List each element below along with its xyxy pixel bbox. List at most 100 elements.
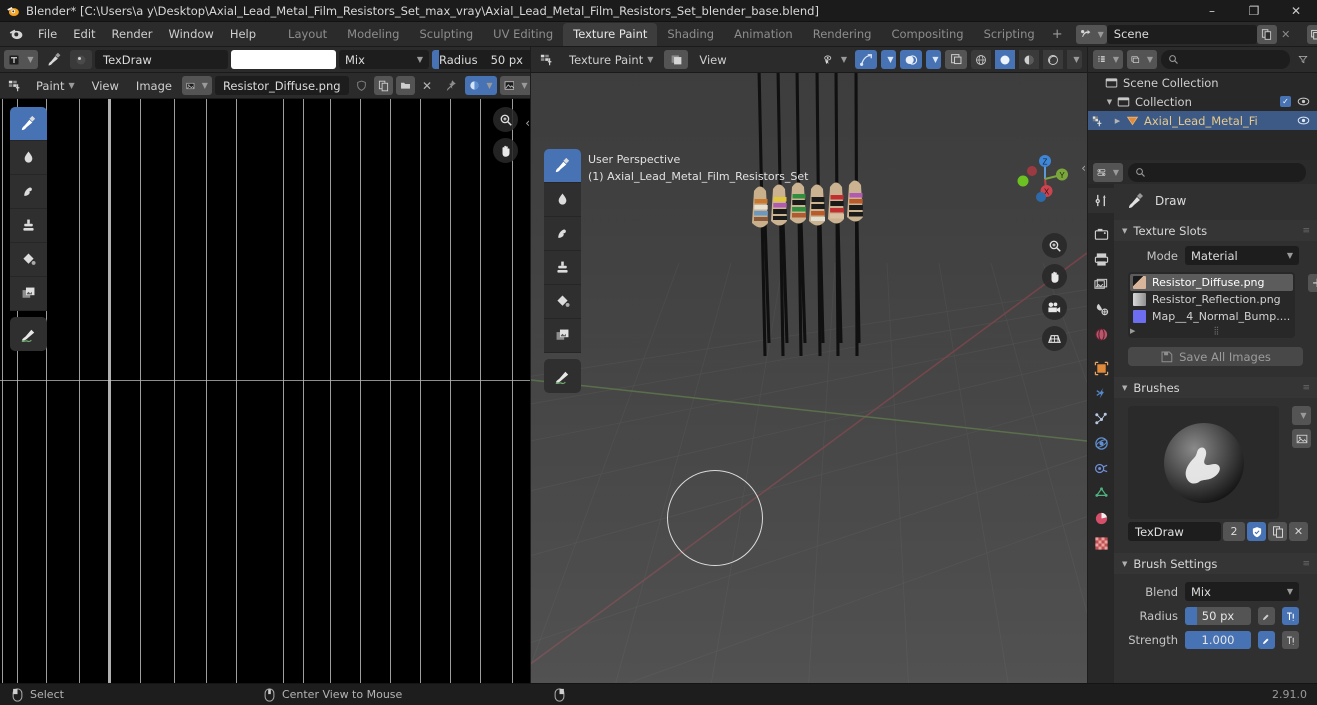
tab-shading[interactable]: Shading bbox=[657, 23, 724, 46]
eye-icon[interactable] bbox=[1297, 96, 1310, 107]
visibility-selectability-button[interactable]: ▼ bbox=[819, 50, 851, 69]
viewport-axis-gizmo[interactable]: Z Y X bbox=[1017, 151, 1073, 207]
image-browse-button[interactable]: ▼ bbox=[181, 76, 212, 95]
tab-output[interactable] bbox=[1088, 247, 1114, 272]
tool-mask[interactable] bbox=[10, 277, 47, 311]
tool-annotate[interactable] bbox=[10, 317, 47, 351]
tab-particles[interactable] bbox=[1088, 406, 1114, 431]
new-image-button[interactable] bbox=[373, 76, 393, 95]
tab-render[interactable] bbox=[1088, 222, 1114, 247]
shading-wireframe-button[interactable] bbox=[971, 50, 991, 69]
view-layer-browse-button[interactable]: ▼ bbox=[1306, 24, 1317, 44]
xray-toggle-button[interactable] bbox=[945, 50, 967, 69]
vp-tool-soften[interactable] bbox=[544, 183, 581, 217]
tool-smear[interactable] bbox=[10, 175, 47, 209]
vp-tool-smear[interactable] bbox=[544, 217, 581, 251]
outliner-search-input[interactable] bbox=[1161, 50, 1290, 69]
list-resize-grip[interactable]: ▶ ⣿ bbox=[1130, 325, 1293, 336]
zoom-icon[interactable] bbox=[1042, 233, 1067, 258]
tab-world[interactable] bbox=[1088, 322, 1114, 347]
shading-solid-button[interactable] bbox=[995, 50, 1015, 69]
new-scene-button[interactable] bbox=[1256, 24, 1277, 44]
viewport-mode-selector[interactable]: Texture Paint ▼ bbox=[562, 50, 660, 69]
tab-sculpting[interactable]: Sculpting bbox=[409, 23, 483, 46]
image-editor-type-button[interactable] bbox=[4, 76, 26, 95]
vp-tool-clone[interactable] bbox=[544, 251, 581, 285]
image-canvas[interactable]: ‹ bbox=[0, 99, 530, 683]
maximize-button[interactable]: ❐ bbox=[1233, 0, 1275, 22]
brush-duplicate-button[interactable] bbox=[1268, 522, 1287, 541]
shading-material-preview-button[interactable] bbox=[1019, 50, 1039, 69]
menu-file[interactable]: File bbox=[30, 23, 65, 45]
vp-tool-annotate[interactable] bbox=[544, 359, 581, 393]
viewport-editor-type-button[interactable] bbox=[536, 50, 558, 69]
menu-window[interactable]: Window bbox=[160, 23, 221, 45]
panel-brush-settings-header[interactable]: ▼ Brush Settings ≡ bbox=[1114, 553, 1317, 574]
collection-checkbox[interactable]: ✓ bbox=[1280, 96, 1291, 107]
outliner-display-mode-button[interactable]: ▼ bbox=[1127, 50, 1157, 69]
zoom-icon[interactable] bbox=[493, 107, 518, 132]
viewport-sidebar-arrow-icon[interactable]: ‹ bbox=[1081, 161, 1086, 175]
image-name-field[interactable]: Resistor_Diffuse.png bbox=[214, 76, 349, 95]
close-button[interactable]: ✕ bbox=[1275, 0, 1317, 22]
blender-menu-icon[interactable] bbox=[8, 26, 24, 42]
brush-user-count[interactable]: 2 bbox=[1223, 522, 1245, 541]
tab-uv-editing[interactable]: UV Editing bbox=[483, 23, 563, 46]
minimize-button[interactable]: – bbox=[1191, 0, 1233, 22]
pan-hand-icon[interactable] bbox=[493, 138, 518, 163]
radius-unit-button[interactable] bbox=[1282, 607, 1299, 625]
pin-button[interactable] bbox=[440, 76, 462, 95]
tab-object-data[interactable] bbox=[1088, 481, 1114, 506]
editor-type-button[interactable]: ▼ bbox=[4, 50, 38, 69]
tool-soften[interactable] bbox=[10, 141, 47, 175]
mode-selector[interactable]: Paint ▼ bbox=[29, 76, 82, 95]
sidebar-expand-arrow-icon[interactable]: ‹ bbox=[525, 116, 530, 130]
viewport-canvas[interactable]: User Perspective (1) Axial_Lead_Metal_Fi… bbox=[531, 73, 1087, 683]
overlay-options-button[interactable]: ▼ bbox=[926, 50, 941, 69]
brush-unlink-button[interactable]: ✕ bbox=[1289, 522, 1308, 541]
tab-modeling[interactable]: Modeling bbox=[337, 23, 409, 46]
tab-texture[interactable] bbox=[1088, 531, 1114, 556]
shading-options-button[interactable]: ▼ bbox=[1067, 50, 1082, 69]
brush-dropdown-button[interactable]: ▼ bbox=[1292, 406, 1311, 425]
viewer-node-button[interactable]: ▼ bbox=[464, 76, 497, 95]
brush-preview-swatch[interactable] bbox=[70, 50, 92, 69]
strength-unit-button[interactable] bbox=[1282, 631, 1299, 649]
tab-layout[interactable]: Layout bbox=[278, 23, 337, 46]
vp-tool-fill[interactable] bbox=[544, 285, 581, 319]
show-overlays-button[interactable] bbox=[900, 50, 922, 69]
toggle-orthographic-icon[interactable] bbox=[1042, 326, 1067, 351]
tab-constraints[interactable] bbox=[1088, 456, 1114, 481]
brush-preview[interactable] bbox=[1128, 406, 1279, 519]
save-all-images-button[interactable]: Save All Images bbox=[1128, 347, 1303, 366]
radius-value-field[interactable]: 50 px bbox=[1185, 607, 1251, 625]
panel-texture-slots-header[interactable]: ▼ Texture Slots ≡ bbox=[1114, 220, 1317, 241]
brush-fake-user-button[interactable] bbox=[1247, 522, 1266, 541]
remove-scene-button[interactable]: ✕ bbox=[1277, 25, 1295, 44]
tab-view-layer[interactable] bbox=[1088, 272, 1114, 297]
radius-pressure-button[interactable] bbox=[1258, 607, 1275, 625]
disclosure-triangle-icon[interactable]: ▼ bbox=[1104, 98, 1115, 106]
texture-slot-list[interactable]: Resistor_Diffuse.png Resistor_Reflection… bbox=[1128, 272, 1296, 338]
add-texture-slot-button[interactable]: + bbox=[1308, 274, 1317, 292]
tab-animation[interactable]: Animation bbox=[724, 23, 803, 46]
open-image-button[interactable] bbox=[395, 76, 415, 95]
outliner-row-scene-collection[interactable]: Scene Collection bbox=[1088, 73, 1317, 92]
blend-dropdown[interactable]: Mix ▼ bbox=[1185, 582, 1299, 601]
blend-mode-dropdown[interactable]: Mix ▼ bbox=[339, 50, 429, 69]
properties-search-input[interactable] bbox=[1128, 162, 1306, 182]
properties-editor-type-button[interactable]: ▼ bbox=[1093, 162, 1123, 182]
viewport-shading-preview-button[interactable] bbox=[664, 50, 689, 69]
scene-name-field[interactable]: Scene bbox=[1106, 24, 1257, 44]
brush-datablock-name[interactable]: TexDraw bbox=[1128, 522, 1221, 541]
list-item[interactable]: Resistor_Reflection.png bbox=[1130, 291, 1293, 308]
fake-user-button[interactable] bbox=[352, 76, 371, 95]
strength-pressure-button[interactable] bbox=[1258, 631, 1275, 649]
texture-slot-mode-dropdown[interactable]: Material ▼ bbox=[1185, 246, 1299, 265]
brush-tool-icon[interactable] bbox=[41, 50, 67, 69]
tool-draw[interactable] bbox=[10, 107, 47, 141]
tab-material[interactable] bbox=[1088, 506, 1114, 531]
tab-scripting[interactable]: Scripting bbox=[974, 23, 1045, 46]
pan-hand-icon[interactable] bbox=[1042, 264, 1067, 289]
vp-tool-draw[interactable] bbox=[544, 149, 581, 183]
